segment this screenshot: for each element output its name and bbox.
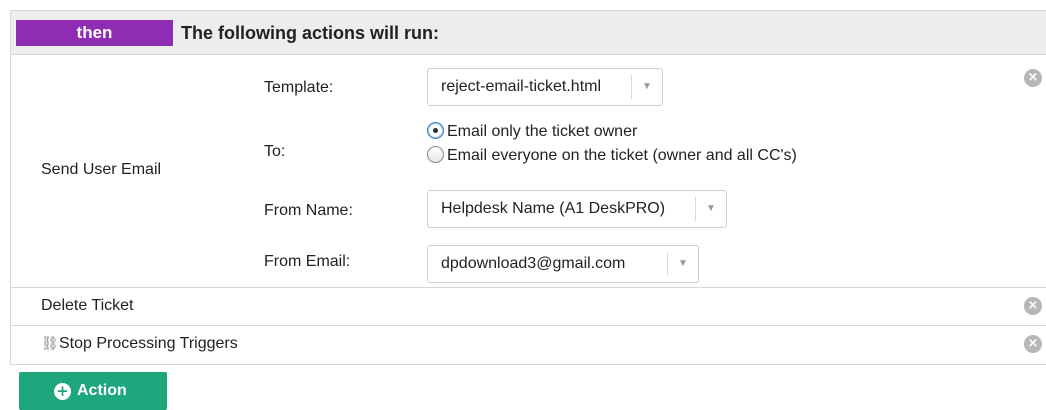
remove-action-icon[interactable]: × [1024,297,1042,315]
plus-circle-icon: + [54,383,71,400]
remove-action-icon[interactable]: × [1024,335,1042,353]
stop-processing-text: Stop Processing Triggers [59,335,238,352]
actions-header: then The following actions will run: [11,11,1046,55]
radio-option-owner[interactable]: Email only the ticket owner [427,122,637,141]
radio-button-unchecked[interactable] [427,146,444,163]
remove-action-icon[interactable]: × [1024,69,1042,87]
action-label-delete-ticket: Delete Ticket [41,297,134,314]
radio-button-checked[interactable] [427,122,444,139]
template-label: Template: [264,79,334,96]
actions-panel: then The following actions will run: Sen… [10,10,1046,365]
from-email-label: From Email: [264,253,351,270]
then-badge: then [16,20,173,46]
add-action-label: Action [77,382,127,399]
radio-option-everyone[interactable]: Email everyone on the ticket (owner and … [427,146,797,165]
template-select-value: reject-email-ticket.html [441,78,602,95]
from-name-select[interactable]: Helpdesk Name (A1 DeskPRO) ▼ [427,190,727,228]
add-action-button[interactable]: + Action [19,372,167,410]
chevron-down-icon: ▼ [667,252,698,276]
from-email-select-value: dpdownload3@gmail.com [441,255,626,272]
action-row-stop-processing: ⛓Stop Processing Triggers × [11,326,1046,365]
header-title: The following actions will run: [181,23,439,43]
from-email-select[interactable]: dpdownload3@gmail.com ▼ [427,245,699,283]
from-name-select-value: Helpdesk Name (A1 DeskPRO) [441,200,666,217]
radio-label-owner: Email only the ticket owner [447,123,638,140]
action-label-send-user-email: Send User Email [41,161,162,178]
to-label: To: [264,143,286,160]
chevron-down-icon: ▼ [631,75,662,99]
action-row-send-user-email: Send User Email Template: reject-email-t… [11,55,1046,288]
from-name-label: From Name: [264,202,353,219]
template-select[interactable]: reject-email-ticket.html ▼ [427,68,663,106]
chevron-down-icon: ▼ [695,197,726,221]
radio-label-everyone: Email everyone on the ticket (owner and … [447,147,797,164]
action-row-delete-ticket: Delete Ticket × [11,288,1046,326]
chain-link-broken-icon: ⛓ [41,335,59,351]
action-label-stop-processing: ⛓Stop Processing Triggers [41,335,238,353]
